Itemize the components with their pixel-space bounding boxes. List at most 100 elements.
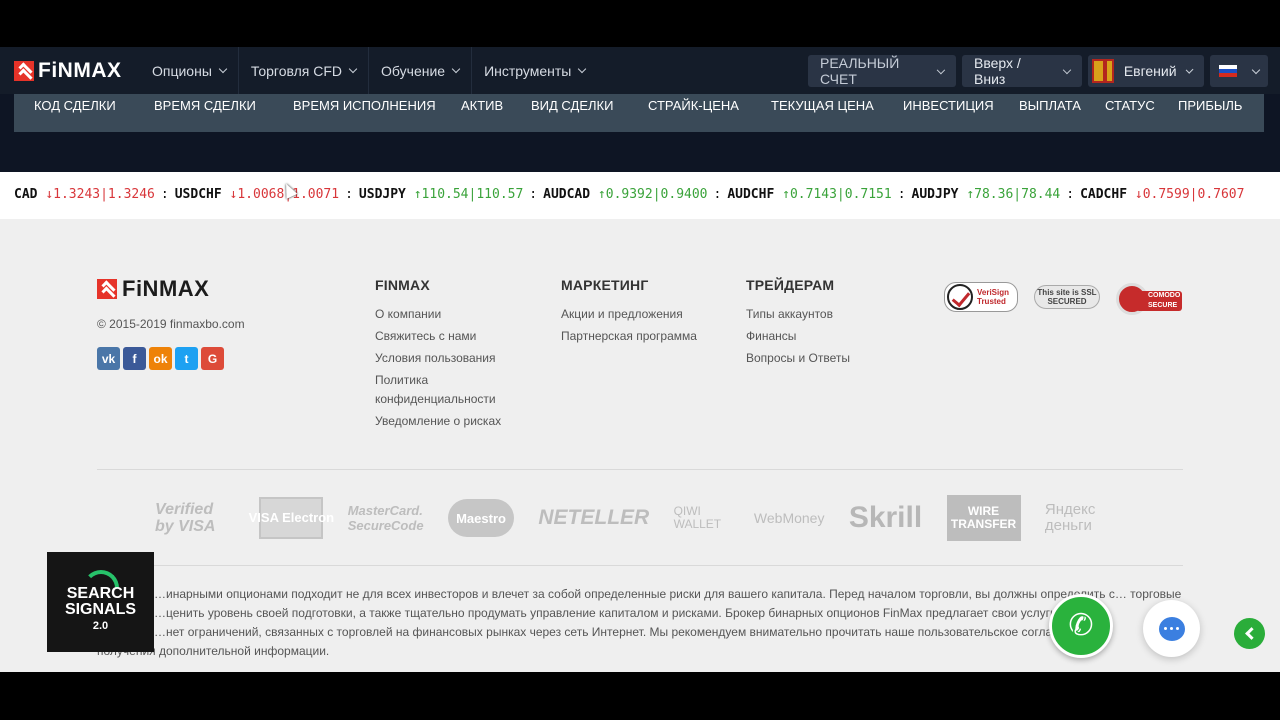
finmax-logo-icon xyxy=(97,279,117,299)
ticker-separator: : xyxy=(160,187,169,202)
top-navbar: FiNMAX Опционы Торговля CFD Обучение Инс… xyxy=(0,47,1280,94)
menu-tools[interactable]: Инструменты xyxy=(472,47,597,94)
ticker-item[interactable]: CAD ↓1.3243|1.3246 xyxy=(14,187,155,202)
ticker-separator: : xyxy=(713,187,722,202)
ticker-item[interactable]: AUDCAD ↑0.9392|0.9400 xyxy=(543,187,707,202)
arrow-up-icon: ↑ xyxy=(413,187,422,202)
chevron-down-icon xyxy=(1062,65,1072,74)
ticker-separator: : xyxy=(897,187,906,202)
footer-link[interactable]: Свяжитесь с нами xyxy=(375,327,501,346)
ticker-separator: : xyxy=(345,187,353,202)
menu-label: Торговля CFD xyxy=(250,62,343,79)
footer-logo[interactable]: FiNMAX xyxy=(97,276,209,302)
footer-link[interactable]: Типы аккаунтов xyxy=(746,305,850,324)
chevron-down-icon xyxy=(218,64,228,74)
quote-value: 1.3243|1.3246 xyxy=(53,187,155,202)
odnoklassniki-icon[interactable]: ok xyxy=(149,347,172,370)
badge-label: VeriSign Trusted xyxy=(977,288,1010,306)
column-header[interactable]: КОД СДЕЛКИ xyxy=(34,98,116,113)
column-header[interactable]: ИНВЕСТИЦИЯ xyxy=(903,98,994,113)
ticker-quote: ↑0.9392|0.9400 xyxy=(598,187,708,202)
menu-label: Опционы xyxy=(152,62,212,79)
quote-value: 110.54|110.57 xyxy=(421,187,524,202)
chevron-down-icon xyxy=(937,65,946,74)
footer-link[interactable]: Акции и предложения xyxy=(561,305,697,324)
chat-button[interactable] xyxy=(1143,600,1200,657)
badge-label: This site is SSL SECURED xyxy=(1037,288,1097,306)
column-header[interactable]: ВРЕМЯ ИСПОЛНЕНИЯ xyxy=(293,98,436,113)
finmax-logo-icon xyxy=(14,61,34,81)
phone-icon: ✆ xyxy=(1068,609,1094,642)
ticker-symbol: AUDCAD xyxy=(543,187,591,202)
security-badges: VeriSign Trusted This site is SSL SECURE… xyxy=(944,277,1182,317)
verisign-check-icon xyxy=(947,284,973,310)
quote-value: 0.7143|0.7151 xyxy=(789,187,892,202)
copyright: © 2015-2019 finmaxbo.com xyxy=(97,317,245,331)
russia-flag-icon xyxy=(1219,65,1237,77)
trades-table-header: КОД СДЕЛКИ ВРЕМЯ СДЕЛКИ ВРЕМЯ ИСПОЛНЕНИЯ… xyxy=(14,94,1264,132)
footer-link[interactable]: Вопросы и Ответы xyxy=(746,349,850,368)
ticker-item[interactable]: AUDCHF ↑0.7143|0.7151 xyxy=(727,187,891,202)
column-header[interactable]: ВИД СДЕЛКИ xyxy=(531,98,613,113)
ticker-item[interactable]: AUDJPY ↑78.36|78.44 xyxy=(912,187,1061,202)
footer-column-title: МАРКЕТИНГ xyxy=(561,277,649,293)
ticker-quote: ↑0.7143|0.7151 xyxy=(782,187,892,202)
vk-icon[interactable]: vk xyxy=(97,347,120,370)
facebook-icon[interactable]: f xyxy=(123,347,146,370)
arrow-up-icon: ↑ xyxy=(597,187,606,202)
ticker-item[interactable]: USDJPY ↑110.54|110.57 xyxy=(359,187,523,202)
footer-column-marketing: МАРКЕТИНГ Акции и предложения Партнерска… xyxy=(561,277,697,349)
call-button[interactable]: ✆ xyxy=(1049,594,1113,658)
ticker-symbol: CADCHF xyxy=(1080,187,1128,202)
disclaimer-line: получения дополнительной информации. xyxy=(97,644,330,658)
gift-icon xyxy=(1092,59,1114,83)
account-type-select[interactable]: РЕАЛЬНЫЙ СЧЕТ xyxy=(808,55,956,87)
footer-link[interactable]: Политика конфиденциальности xyxy=(375,371,496,409)
arrow-up-icon: ↑ xyxy=(966,187,975,202)
disclaimer-line: …инарными опционами подходит не для всех… xyxy=(154,587,1182,601)
screen: FiNMAX Опционы Торговля CFD Обучение Инс… xyxy=(0,0,1280,720)
footer-divider xyxy=(97,469,1183,470)
column-header[interactable]: АКТИВ xyxy=(461,98,503,113)
ticker-symbol: CAD xyxy=(14,187,38,202)
column-header[interactable]: ТЕКУЩАЯ ЦЕНА xyxy=(771,98,874,113)
ticker-quote: ↓1.3243|1.3246 xyxy=(45,187,155,202)
footer-link[interactable]: Партнерская программа xyxy=(561,327,697,346)
footer-link[interactable]: О компании xyxy=(375,305,501,324)
column-header[interactable]: СТРАЙК-ЦЕНА xyxy=(648,98,739,113)
google-icon[interactable]: G xyxy=(201,347,224,370)
mastercard-securecode-logo: MasterCard. SecureCode xyxy=(347,503,424,533)
ticker-item[interactable]: CADCHF ↓0.7599|0.7607 xyxy=(1080,187,1244,202)
footer-link[interactable]: Условия пользования xyxy=(375,349,501,368)
menu-cfd[interactable]: Торговля CFD xyxy=(239,47,370,94)
footer-link[interactable]: Уведомление о рисках xyxy=(375,412,501,431)
quote-value: 0.7599|0.7607 xyxy=(1142,187,1245,202)
verisign-badge: VeriSign Trusted xyxy=(944,282,1018,312)
trades-section: КОД СДЕЛКИ ВРЕМЯ СДЕЛКИ ВРЕМЯ ИСПОЛНЕНИЯ… xyxy=(0,94,1280,172)
ticker-symbol: AUDJPY xyxy=(911,187,959,202)
watermark-text: SIGNALS xyxy=(64,601,137,618)
ticker-quote: ↑110.54|110.57 xyxy=(414,187,524,202)
risk-disclaimer: …инарными опционами подходит не для всех… xyxy=(97,585,1187,661)
brand-logo[interactable]: FiNMAX xyxy=(14,59,122,83)
trade-mode-select[interactable]: Вверх / Вниз xyxy=(962,55,1082,87)
ticker-symbol: USDJPY xyxy=(358,187,406,202)
twitter-icon[interactable]: t xyxy=(175,347,198,370)
ticker-quote: ↑78.36|78.44 xyxy=(966,187,1060,202)
menu-education[interactable]: Обучение xyxy=(369,47,473,94)
chevron-down-icon xyxy=(1251,65,1261,74)
column-header[interactable]: ВЫПЛАТА xyxy=(1019,98,1081,113)
column-header[interactable]: СТАТУС xyxy=(1105,98,1155,113)
user-menu[interactable]: Евгений xyxy=(1088,55,1204,87)
collapse-button[interactable] xyxy=(1234,618,1265,649)
wire-transfer-logo: WIRE TRANSFER xyxy=(946,495,1021,541)
disclaimer-line: …ценить уровень своей подготовки, а такж… xyxy=(154,606,1103,620)
disclaimer-line: …нет ограничений, связанных с торговлей … xyxy=(154,625,1101,639)
column-header[interactable]: ВРЕМЯ СДЕЛКИ xyxy=(154,98,256,113)
column-header[interactable]: ПРИБЫЛЬ xyxy=(1178,98,1242,113)
menu-options[interactable]: Опционы xyxy=(140,47,239,94)
footer-link[interactable]: Финансы xyxy=(746,327,850,346)
ticker-item[interactable]: USDCHF ↓1.0068|1.0071 xyxy=(175,187,339,202)
chevron-left-icon xyxy=(1245,627,1258,640)
language-select[interactable] xyxy=(1210,55,1268,87)
